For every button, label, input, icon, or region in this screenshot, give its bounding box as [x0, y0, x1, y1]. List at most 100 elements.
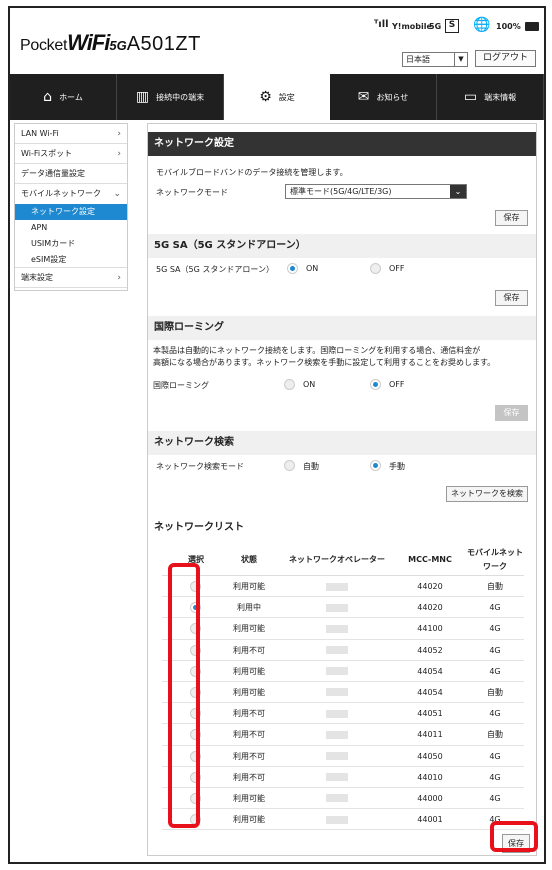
sidebar-item-label: Wi-Fiスポット: [21, 149, 73, 158]
sidebar-item-lan-wifi[interactable]: LAN Wi-Fi ›: [15, 124, 127, 144]
header: PocketWiFi5GA501ZT ᵀıll Y!mobile 5G S 🌐 …: [10, 8, 544, 74]
5g-sa-off-radio[interactable]: [370, 263, 381, 274]
save-button-roaming[interactable]: 保存: [495, 405, 528, 421]
network-mcc-mnc: 44100: [417, 624, 443, 634]
table-row[interactable]: 利用可能 44001 4G: [162, 809, 524, 831]
tab-connected-devices[interactable]: ▥ 接続中の端末: [117, 74, 224, 120]
table-header: 選択 状態 ネットワークオペレーター MCC-MNC モバイルネット ワーク: [162, 544, 524, 576]
tab-device-info-label: 端末情報: [484, 92, 517, 102]
network-type: 4G: [489, 772, 501, 782]
redacted-block: [326, 752, 348, 760]
save-button-5g-sa[interactable]: 保存: [495, 290, 528, 306]
network-operator-redacted: [277, 661, 397, 682]
sidebar-item-wifi-spot[interactable]: Wi-Fiスポット ›: [15, 144, 127, 164]
table-row[interactable]: 利用可能 44054 自動: [162, 682, 524, 704]
network-status: 利用可能: [233, 666, 265, 676]
table-row[interactable]: 利用不可 44052 4G: [162, 640, 524, 661]
network-mode-select[interactable]: 標準モード(5G/4G/LTE/3G) ⌄: [285, 184, 467, 199]
sidebar-sub-network-settings[interactable]: ネットワーク設定: [15, 204, 127, 220]
gear-icon: ⚙: [259, 89, 272, 105]
sidebar-item-mobile-network[interactable]: モバイルネットワーク ⌄: [15, 184, 127, 204]
sidebar-item-label: LAN Wi-Fi: [21, 129, 59, 138]
network-mcc-mnc: 44020: [417, 603, 443, 613]
chevron-down-icon: ⌄: [450, 185, 466, 198]
sidebar-item-label: モバイルネットワーク: [21, 189, 101, 198]
tab-settings-label: 設定: [278, 92, 295, 102]
redacted-block: [326, 773, 348, 782]
browser-frame: PocketWiFi5GA501ZT ᵀıll Y!mobile 5G S 🌐 …: [8, 6, 546, 864]
roaming-on-radio[interactable]: [284, 379, 295, 390]
network-operator-redacted: [277, 767, 397, 788]
table-row[interactable]: 利用可能 44100 4G: [162, 618, 524, 640]
roaming-off-radio[interactable]: [370, 379, 381, 390]
network-mcc-mnc: 44054: [417, 666, 443, 676]
sidebar-item-data-usage[interactable]: データ通信量設定: [15, 164, 127, 184]
language-value: 日本語: [406, 55, 430, 64]
table-row[interactable]: 利用可能 44054 4G: [162, 661, 524, 682]
tab-home[interactable]: ⌂ ホーム: [10, 74, 117, 120]
tab-notifications-label: お知らせ: [376, 92, 409, 102]
table-row[interactable]: 利用不可 44010 4G: [162, 767, 524, 788]
table-row[interactable]: 利用不可 44050 4G: [162, 746, 524, 767]
col-network-type-line2: ワーク: [483, 562, 507, 571]
network-status: 利用可能: [233, 687, 265, 697]
signal-icon: ᵀıll: [374, 19, 389, 30]
roaming-off-label: OFF: [389, 380, 405, 389]
home-icon: ⌂: [43, 89, 53, 105]
network-operator-redacted: [277, 809, 397, 830]
network-type: 5G: [429, 22, 442, 31]
table-row[interactable]: 利用可能 44020 自動: [162, 576, 524, 598]
sidebar-item-label: データ通信量設定: [21, 169, 85, 178]
sidebar-sub-esim[interactable]: eSIM設定: [15, 252, 127, 268]
table-row[interactable]: 利用不可 44051 4G: [162, 703, 524, 725]
globe-icon: 🌐: [473, 17, 491, 33]
language-select[interactable]: 日本語 ▼: [402, 52, 468, 67]
network-type: 4G: [489, 645, 501, 655]
tab-settings[interactable]: ⚙ 設定: [224, 74, 330, 120]
chevron-down-icon: ▼: [454, 53, 467, 66]
network-operator-redacted: [277, 724, 397, 745]
brand-pocket: Pocket: [20, 37, 68, 54]
sidebar-sub-apn[interactable]: APN: [15, 220, 127, 236]
search-manual-radio[interactable]: [370, 460, 381, 471]
network-operator-redacted: [277, 746, 397, 767]
battery-level: 100%: [496, 22, 521, 31]
section-title-roaming: 国際ローミング: [148, 316, 536, 340]
network-mcc-mnc: 44001: [417, 815, 443, 825]
redacted-block: [326, 815, 348, 824]
sidebar-item-label: 端末設定: [21, 273, 53, 282]
network-type: 4G: [489, 666, 501, 676]
network-type: 4G: [489, 624, 501, 634]
sidebar-item-device-settings[interactable]: 端末設定 ›: [15, 268, 127, 288]
network-mcc-mnc: 44020: [417, 582, 443, 591]
network-status: 利用不可: [233, 772, 265, 782]
mail-icon: ✉: [357, 89, 370, 105]
search-auto-radio[interactable]: [284, 460, 295, 471]
highlight-select-column: [168, 563, 200, 828]
battery-icon: [525, 22, 539, 31]
network-operator-redacted: [277, 682, 397, 703]
network-type: 4G: [489, 793, 501, 803]
logout-button[interactable]: ログアウト: [475, 50, 536, 67]
network-mcc-mnc: 44054: [417, 687, 443, 697]
network-search-button[interactable]: ネットワークを検索: [446, 486, 528, 502]
chevron-right-icon: ›: [117, 273, 121, 283]
table-row[interactable]: 利用中 44020 4G: [162, 597, 524, 619]
sidebar-sub-usim[interactable]: USIMカード: [15, 236, 127, 252]
network-mcc-mnc: 44052: [417, 645, 443, 655]
brand-logo: PocketWiFi5GA501ZT: [20, 30, 201, 56]
tab-notifications[interactable]: ✉ お知らせ: [330, 74, 437, 120]
redacted-block: [326, 794, 348, 803]
table-row[interactable]: 利用可能 44000 4G: [162, 788, 524, 810]
roaming-desc-line2: 高額になる場合があります。ネットワーク検索を手動に設定して利用することをお奨めし…: [153, 358, 496, 367]
col-mcc-mnc: MCC-MNC: [408, 555, 452, 564]
brand-model: A501ZT: [126, 33, 201, 55]
save-button-network-mode[interactable]: 保存: [495, 210, 528, 226]
5g-sa-on-radio[interactable]: [287, 263, 298, 274]
tab-device-info[interactable]: ▭ 端末情報: [437, 74, 544, 120]
section-title-network-list: ネットワークリスト: [148, 516, 536, 540]
network-status: 利用可能: [233, 815, 265, 825]
table-row[interactable]: 利用不可 44011 自動: [162, 724, 524, 746]
col-network-type: モバイルネット ワーク: [462, 544, 528, 576]
network-status: 利用不可: [233, 709, 265, 719]
